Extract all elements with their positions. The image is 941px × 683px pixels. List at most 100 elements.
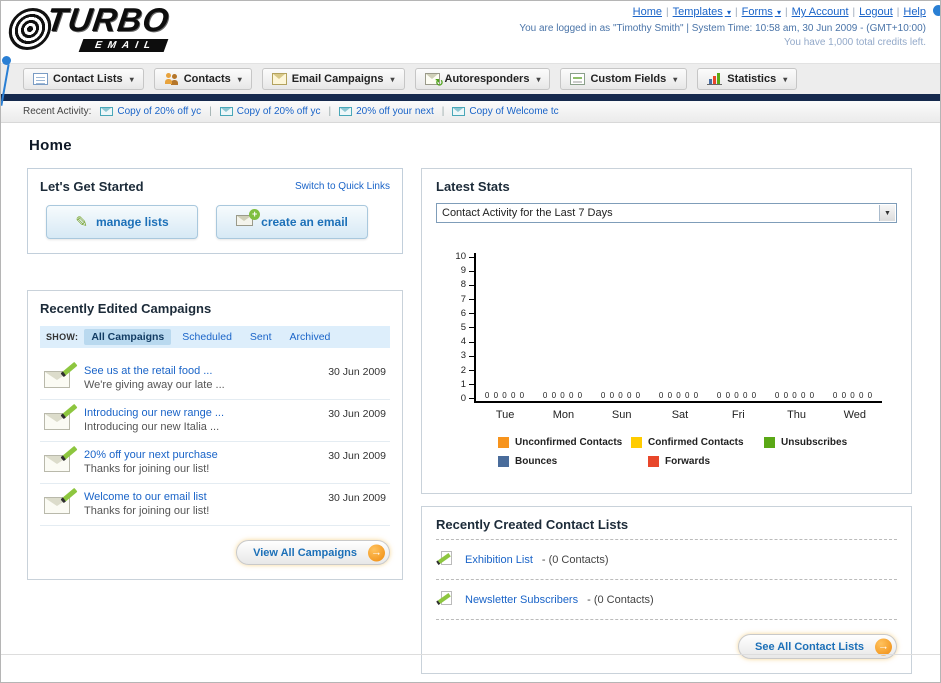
campaign-tab-sent[interactable]: Sent	[243, 329, 279, 345]
contact-list-count: - (0 Contacts)	[541, 553, 609, 566]
tab-email-campaigns[interactable]: Email Campaigns ▾	[261, 68, 405, 90]
navy-divider	[1, 94, 940, 101]
contact-list-link[interactable]: Newsletter Subscribers	[465, 594, 578, 606]
tab-contact-lists[interactable]: Contact Lists ▾	[23, 68, 144, 90]
chart-column: 0 0 0 0 0	[476, 391, 534, 401]
campaign-date: 30 Jun 2009	[328, 450, 386, 462]
footer-divider	[1, 654, 940, 655]
activity-item-label: 20% off your next	[356, 106, 434, 117]
campaign-tab-scheduled[interactable]: Scheduled	[175, 329, 239, 345]
page: TURBO EMAIL Home | Templates ▾ | Forms ▾ | My …	[0, 0, 941, 683]
top-link-home[interactable]: Home	[633, 6, 662, 18]
campaign-subtitle: Thanks for joining our list!	[84, 505, 210, 517]
see-all-contact-lists-label: See All Contact Lists	[754, 640, 864, 653]
campaign-subtitle: Thanks for joining our list!	[84, 463, 210, 475]
chevron-down-icon	[879, 205, 895, 221]
credits-info: You have 1,000 total credits left.	[784, 37, 926, 48]
y-tick: 7	[460, 293, 474, 305]
activity-item[interactable]: Copy of Welcome tc	[452, 106, 559, 117]
manage-lists-button[interactable]: ✎ manage lists	[46, 205, 198, 239]
campaign-tab-all-campaigns[interactable]: All Campaigns	[84, 329, 172, 345]
legend-swatch	[498, 456, 509, 467]
activity-item[interactable]: Copy of 20% off yc	[100, 106, 201, 117]
legend-swatch	[648, 456, 659, 467]
campaign-list: See us at the retail food ... We're givin…	[40, 358, 390, 526]
contacts-icon	[164, 73, 179, 85]
tab-label: Contact Lists	[53, 73, 123, 85]
top-link-templates[interactable]: Templates ▾	[673, 6, 731, 18]
activity-item[interactable]: 20% off your next	[339, 106, 434, 117]
recent-activity-label: Recent Activity:	[23, 106, 92, 117]
y-tick-label: 7	[460, 293, 466, 305]
campaign-title-link[interactable]: Welcome to our email list	[84, 491, 320, 503]
campaign-title-link[interactable]: Introducing our new range ...	[84, 407, 320, 419]
separator: |	[896, 7, 900, 18]
tab-custom-fields[interactable]: Custom Fields ▾	[560, 68, 688, 90]
header: TURBO EMAIL Home | Templates ▾ | Forms ▾ | My …	[1, 1, 940, 106]
contact-list-count: - (0 Contacts)	[587, 593, 654, 606]
chevron-down-icon: ▾	[673, 74, 678, 84]
create-email-button[interactable]: create an email	[216, 205, 368, 239]
top-link-help[interactable]: Help	[903, 6, 926, 18]
envelope-icon	[339, 107, 353, 116]
activity-item-label: Copy of 20% off yc	[236, 106, 321, 117]
y-tick: 4	[460, 336, 474, 348]
tab-label: Statistics	[727, 73, 777, 85]
logo-subtext: EMAIL	[78, 38, 169, 52]
chart-x-axis-labels: Tue Mon Sun Sat Fri Thu Wed	[476, 403, 884, 421]
envelope-pencil-icon	[44, 487, 78, 517]
view-all-campaigns-button[interactable]: View All Campaigns	[236, 540, 390, 565]
stats-period-select[interactable]: Contact Activity for the Last 7 Days	[436, 203, 897, 223]
top-link-forms[interactable]: Forms ▾	[742, 6, 781, 18]
see-all-contact-lists-button[interactable]: See All Contact Lists	[737, 634, 897, 659]
y-tick-label: 1	[460, 378, 466, 390]
campaign-tab-archived[interactable]: Archived	[283, 329, 338, 345]
chart-plot-area: 0 0 0 0 0 0 0 0 0 0 0 0 0 0 0 0 0 0 0 0 0 0 …	[474, 253, 882, 403]
top-link-my-account[interactable]: My Account	[792, 6, 849, 18]
activity-item[interactable]: Copy of 20% off yc	[219, 106, 321, 117]
campaign-title-link[interactable]: 20% off your next purchase	[84, 449, 320, 461]
y-tick-label: 10	[455, 251, 466, 262]
tab-contacts[interactable]: Contacts ▾	[153, 68, 252, 90]
tab-label: Autoresponders	[444, 73, 530, 85]
legend-swatch	[631, 437, 642, 448]
tab-label: Custom Fields	[590, 73, 667, 85]
campaign-date: 30 Jun 2009	[328, 366, 386, 378]
plus-icon	[249, 209, 261, 220]
y-tick-label: 8	[460, 279, 466, 291]
legend-label: Unconfirmed Contacts	[515, 437, 623, 448]
value-labels: 0 0 0 0 0	[774, 391, 816, 400]
get-started-title: Let's Get Started	[40, 179, 144, 194]
header-right: Home | Templates ▾ | Forms ▾ | My Account | Logo…	[519, 6, 926, 48]
campaign-title-link[interactable]: See us at the retail food ...	[84, 365, 320, 377]
y-tick-label: 0	[460, 392, 466, 404]
y-tick-label: 9	[460, 265, 466, 277]
y-tick: 6	[461, 309, 474, 318]
campaign-row: See us at the retail food ... We're givin…	[40, 358, 390, 400]
campaign-row: Welcome to our email list Thanks for join…	[40, 484, 390, 526]
campaign-date: 30 Jun 2009	[328, 492, 386, 504]
y-tick: 2	[460, 364, 474, 376]
x-axis-label: Mon	[552, 409, 575, 421]
tab-autoresponders[interactable]: Autoresponders ▾	[414, 68, 551, 90]
envelope-pencil-icon	[44, 403, 78, 433]
legend-label: Confirmed Contacts	[648, 437, 744, 448]
paper-pencil-icon	[436, 591, 456, 608]
recent-contact-lists-title: Recently Created Contact Lists	[436, 517, 629, 532]
contact-list-link[interactable]: Exhibition List	[465, 554, 533, 566]
contact-list-row: Exhibition List - (0 Contacts)	[436, 547, 897, 572]
logo-main: TURBO EMAIL	[44, 1, 172, 53]
y-tick-label: 2	[460, 364, 466, 376]
tab-statistics[interactable]: Statistics ▾	[697, 68, 798, 90]
y-tick-label: 4	[460, 336, 466, 348]
top-link-logout[interactable]: Logout	[859, 6, 893, 18]
switch-to-quick-links-link[interactable]: Switch to Quick Links	[295, 181, 390, 192]
paper-pencil-icon	[436, 551, 456, 568]
get-started-panel: Let's Get Started Switch to Quick Links …	[27, 168, 403, 254]
y-tick: 0	[460, 392, 474, 404]
x-axis-label: Sun	[611, 409, 632, 421]
legend-item: Bounces	[498, 456, 648, 467]
separator: |	[666, 7, 669, 18]
legend-item: Forwards	[648, 456, 798, 467]
custom-fields-icon	[570, 73, 586, 85]
